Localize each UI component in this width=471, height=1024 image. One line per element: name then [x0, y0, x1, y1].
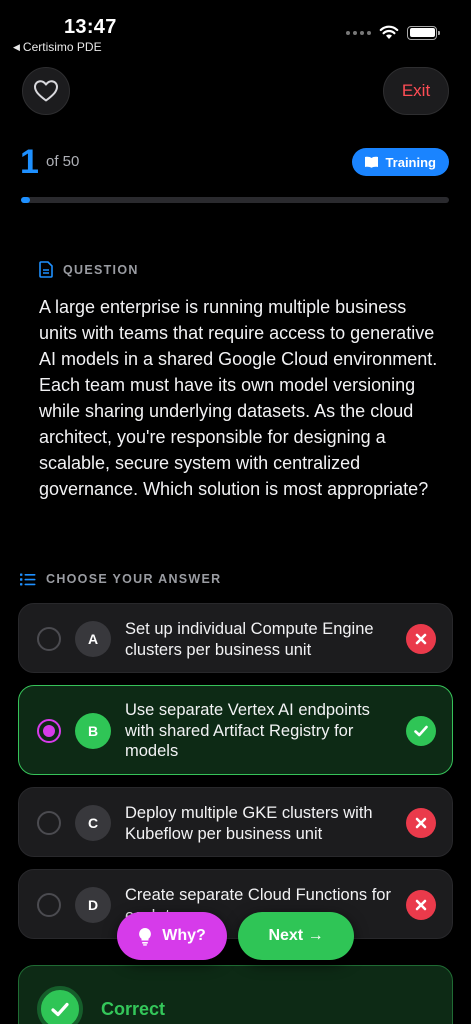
answer-radio[interactable]	[37, 811, 61, 835]
status-indicators	[346, 25, 440, 40]
answer-option-c[interactable]: C Deploy multiple GKE clusters with Kube…	[18, 787, 453, 857]
progress-bar-fill	[21, 197, 30, 203]
answer-letter: B	[75, 713, 111, 749]
exit-button[interactable]: Exit	[383, 67, 449, 115]
answer-text: Use separate Vertex AI endpoints with sh…	[125, 701, 370, 760]
wifi-icon	[379, 25, 399, 39]
back-app-label: Certisimo PDE	[22, 40, 102, 54]
heart-outline-icon	[34, 80, 58, 102]
back-to-app-link[interactable]: ◀ Certisimo PDE	[13, 40, 102, 54]
answer-option-b[interactable]: B Use separate Vertex AI endpoints with …	[18, 685, 453, 775]
question-number: 1	[20, 143, 39, 181]
question-section-header: QUESTION	[39, 261, 139, 278]
battery-icon	[407, 25, 440, 40]
status-time: 13:47	[64, 16, 117, 38]
question-total: of 50	[46, 153, 80, 170]
next-button[interactable]: Next →	[238, 912, 354, 960]
training-mode-badge: Training	[352, 148, 449, 176]
answer-option-d[interactable]: D Create separate Cloud Functions for ea…	[18, 869, 453, 939]
answer-radio[interactable]	[37, 893, 61, 917]
result-panel: Correct	[18, 965, 453, 1024]
answer-option-a[interactable]: A Set up individual Compute Engine clust…	[18, 603, 453, 673]
wrong-x-icon	[406, 808, 436, 838]
answer-letter: D	[75, 887, 111, 923]
progress-bar	[21, 197, 449, 203]
list-icon	[20, 573, 36, 585]
wrong-x-icon	[406, 624, 436, 654]
answer-text: Deploy multiple GKE clusters with Kubefl…	[125, 804, 373, 843]
answer-letter: A	[75, 621, 111, 657]
result-check-icon	[37, 986, 83, 1024]
back-triangle-icon: ◀	[13, 42, 20, 52]
answer-radio-selected[interactable]	[37, 719, 61, 743]
book-icon	[365, 156, 379, 168]
next-button-label: Next →	[268, 927, 324, 944]
answers-section-header: CHOOSE YOUR ANSWER	[20, 572, 222, 586]
answer-radio[interactable]	[37, 627, 61, 651]
answers-section-label: CHOOSE YOUR ANSWER	[46, 572, 222, 586]
wrong-x-icon	[406, 890, 436, 920]
answer-letter: C	[75, 805, 111, 841]
lightbulb-icon	[139, 927, 152, 946]
question-section-label: QUESTION	[63, 262, 139, 277]
question-text: A large enterprise is running multiple b…	[39, 297, 438, 499]
correct-check-icon	[406, 716, 436, 746]
signal-dots-icon	[346, 30, 371, 35]
favorite-button[interactable]	[22, 67, 70, 115]
why-button-label: Why?	[162, 927, 206, 944]
why-button[interactable]: Why?	[117, 912, 227, 960]
answer-text: Set up individual Compute Engine cluster…	[125, 620, 374, 659]
result-label: Correct	[101, 999, 166, 1019]
mode-badge-label: Training	[385, 154, 436, 170]
document-icon	[39, 261, 53, 278]
